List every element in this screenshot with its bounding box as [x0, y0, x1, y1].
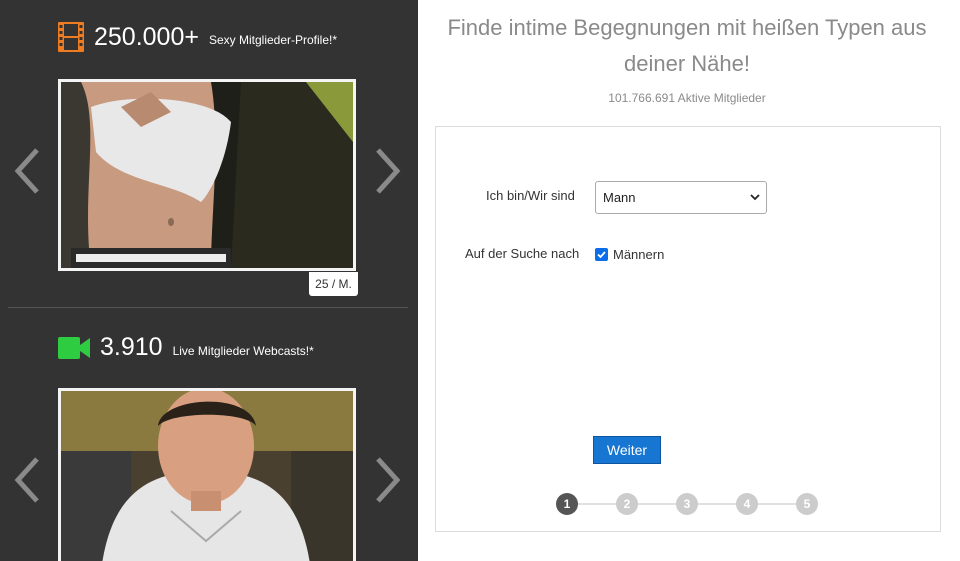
step-3: 3 [676, 493, 698, 515]
webcams-stat: 3.910 Live Mitglieder Webcasts!* [58, 333, 314, 362]
webcams-label: Live Mitglieder Webcasts!* [172, 343, 314, 358]
profiles-stat: 250.000+ Sexy Mitglieder-Profile!* [58, 22, 337, 52]
webcam-photo[interactable] [58, 388, 356, 561]
search-men-checkbox[interactable] [595, 248, 608, 261]
step-5: 5 [796, 493, 818, 515]
search-label: Auf der Suche nach [465, 246, 580, 261]
carousel2-prev-arrow-icon[interactable] [12, 455, 42, 505]
iam-label: Ich bin/Wir sind [486, 188, 575, 203]
step-indicator: 1 2 3 4 5 [556, 493, 821, 515]
film-icon [58, 22, 84, 52]
webcams-count: 3.910 [100, 333, 163, 361]
video-camera-icon [58, 336, 90, 359]
profiles-count: 250.000+ [94, 22, 199, 51]
chevron-down-icon [750, 194, 760, 201]
iam-select-value: Mann [603, 190, 636, 205]
profile-age-badge: 25 / M. [309, 272, 358, 296]
signup-form: Ich bin/Wir sind Mann Auf der Suche nach… [435, 126, 941, 532]
profile-photo[interactable] [58, 79, 356, 271]
profiles-label: Sexy Mitglieder-Profile!* [208, 33, 338, 47]
page-headline: Finde intime Begegnungen mit heißen Type… [447, 15, 927, 76]
carousel1-next-arrow-icon[interactable] [373, 146, 403, 196]
search-men-label[interactable]: Männern [613, 247, 664, 262]
carousel1-prev-arrow-icon[interactable] [12, 146, 42, 196]
step-2: 2 [616, 493, 638, 515]
next-button[interactable]: Weiter [593, 436, 661, 464]
carousel2-next-arrow-icon[interactable] [373, 455, 403, 505]
checkmark-icon [597, 251, 606, 259]
active-members-count: 101.766.691 Aktive Mitglieder [608, 91, 766, 105]
step-4: 4 [736, 493, 758, 515]
promo-panel: 250.000+ Sexy Mitglieder-Profile!* 25 / … [0, 0, 418, 561]
iam-select[interactable]: Mann [595, 181, 767, 214]
step-1: 1 [556, 493, 578, 515]
section-divider [8, 307, 408, 308]
